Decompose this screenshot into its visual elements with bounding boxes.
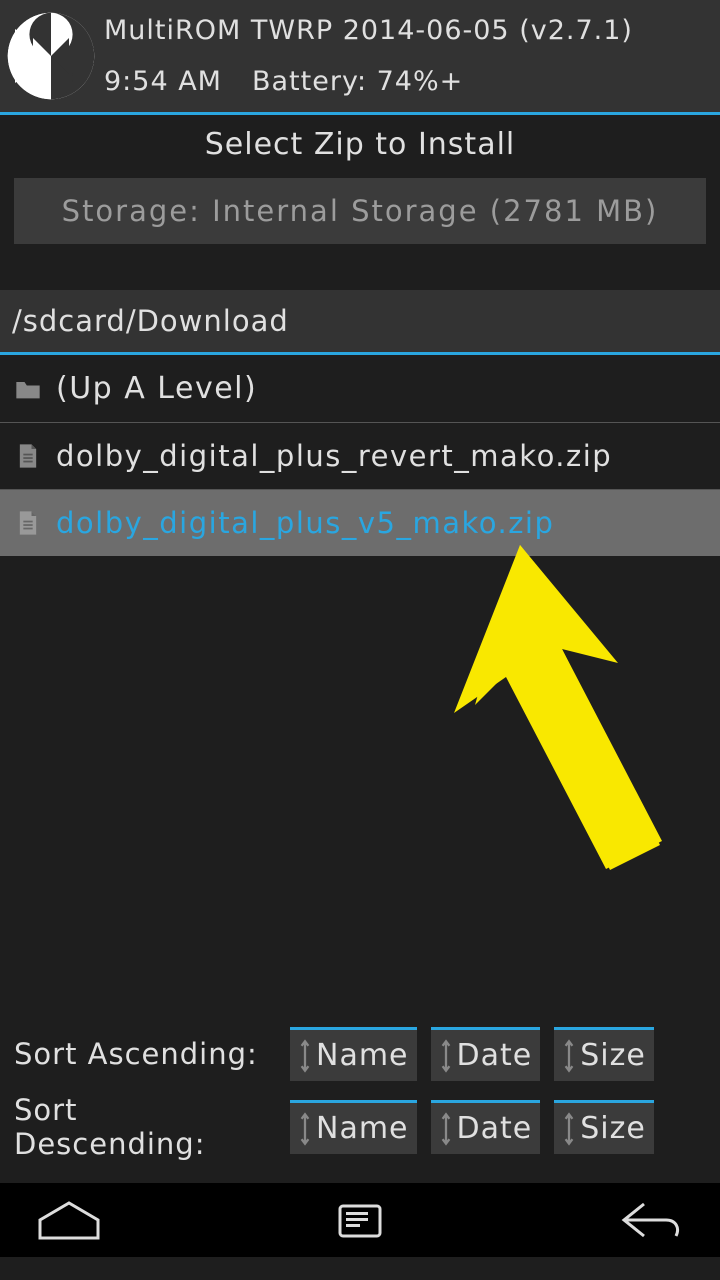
storage-button[interactable]: Storage: Internal Storage (2781 MB) — [14, 178, 706, 244]
file-list: (Up A Level) dolby_digital_plus_revert_m… — [0, 355, 720, 1023]
bottom-navbar — [0, 1183, 720, 1257]
console-button[interactable] — [327, 1198, 393, 1242]
sort-arrows-icon — [439, 1039, 453, 1073]
file-icon — [14, 442, 42, 470]
header-bar: MultiROM TWRP 2014-06-05 (v2.7.1) 9:54 A… — [0, 0, 720, 112]
file-item-selected[interactable]: dolby_digital_plus_v5_mako.zip — [0, 490, 720, 556]
app-title: MultiROM TWRP 2014-06-05 (v2.7.1) — [104, 15, 633, 46]
back-icon — [618, 1200, 684, 1240]
status-time: 9:54 AM — [104, 66, 222, 97]
sort-btn-label: Date — [457, 1038, 533, 1073]
sort-btn-label: Date — [457, 1111, 533, 1146]
sort-desc-size-button[interactable]: Size — [554, 1100, 654, 1154]
file-item[interactable]: dolby_digital_plus_revert_mako.zip — [0, 423, 720, 490]
annotation-arrow-icon — [370, 545, 670, 885]
up-a-level[interactable]: (Up A Level) — [0, 355, 720, 423]
sort-btn-label: Name — [316, 1038, 409, 1073]
folder-icon — [14, 375, 42, 403]
sort-asc-label: Sort Ascending: — [14, 1037, 276, 1071]
sort-asc-date-button[interactable]: Date — [431, 1027, 541, 1081]
sort-desc-name-button[interactable]: Name — [290, 1100, 417, 1154]
file-name: dolby_digital_plus_revert_mako.zip — [56, 439, 612, 473]
current-path: /sdcard/Download — [0, 290, 720, 355]
twrp-logo-icon — [6, 11, 96, 101]
back-button[interactable] — [618, 1198, 684, 1242]
console-icon — [337, 1200, 383, 1240]
sort-arrows-icon — [562, 1039, 576, 1073]
sort-asc-name-button[interactable]: Name — [290, 1027, 417, 1081]
sort-arrows-icon — [439, 1112, 453, 1146]
sort-btn-label: Size — [580, 1111, 646, 1146]
file-name: dolby_digital_plus_v5_mako.zip — [56, 506, 554, 540]
status-battery: Battery: 74%+ — [252, 66, 463, 97]
sort-arrows-icon — [298, 1039, 312, 1073]
file-icon — [14, 509, 42, 537]
sort-arrows-icon — [298, 1112, 312, 1146]
sort-asc-size-button[interactable]: Size — [554, 1027, 654, 1081]
sort-controls: Sort Ascending: Name Date Size Sort Desc… — [0, 1023, 720, 1183]
home-icon — [36, 1200, 102, 1240]
home-button[interactable] — [36, 1198, 102, 1242]
sort-desc-date-button[interactable]: Date — [431, 1100, 541, 1154]
sort-btn-label: Name — [316, 1111, 409, 1146]
sort-arrows-icon — [562, 1112, 576, 1146]
sort-desc-label: Sort Descending: — [14, 1093, 276, 1161]
up-label: (Up A Level) — [56, 371, 257, 406]
sort-btn-label: Size — [580, 1038, 646, 1073]
page-title: Select Zip to Install — [0, 112, 720, 172]
